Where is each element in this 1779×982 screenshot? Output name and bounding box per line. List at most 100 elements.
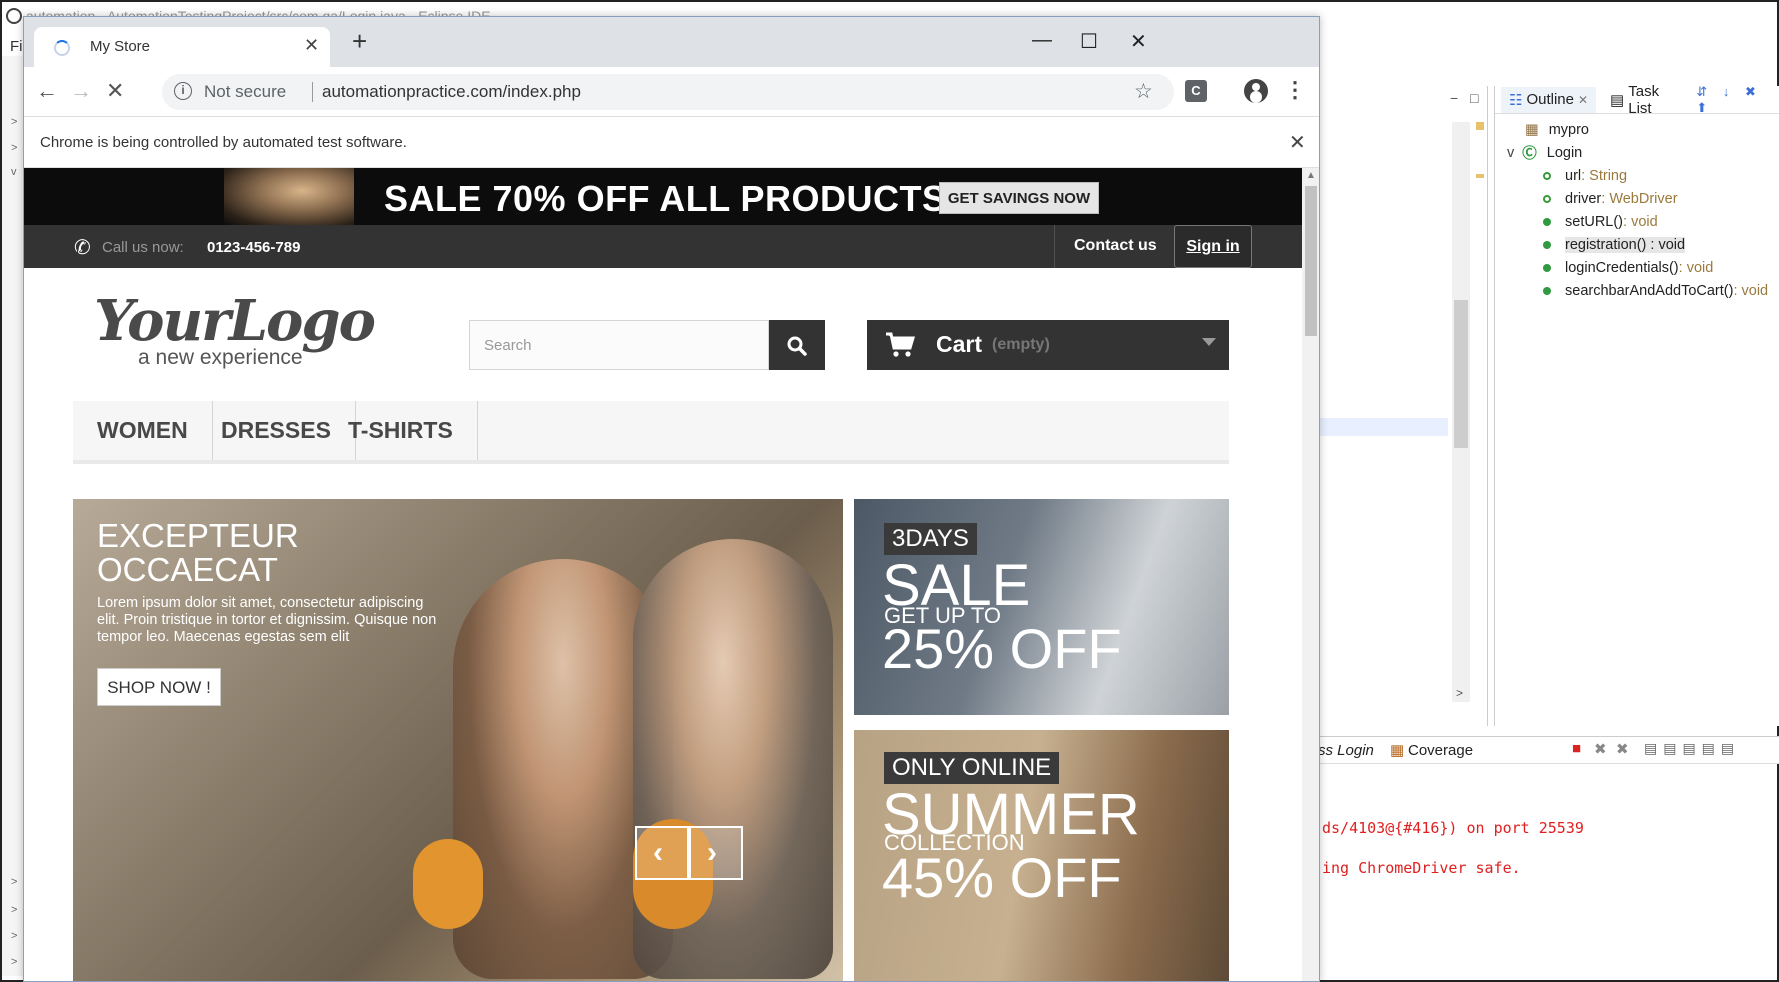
contact-us-link[interactable]: Contact us: [1074, 237, 1157, 255]
remove-all-icon[interactable]: ✖: [1616, 740, 1629, 758]
scroll-up-icon[interactable]: ▲: [1306, 170, 1316, 181]
sign-in-link[interactable]: Sign in: [1174, 225, 1252, 268]
promo-sale-25[interactable]: 3DAYS SALE GET UP TO 25% OFF: [854, 499, 1229, 715]
menu-item-women[interactable]: WOMEN: [73, 401, 213, 460]
store-logo[interactable]: YourLogo a new experience: [94, 288, 394, 378]
promo-tag: 3DAYS: [884, 523, 977, 555]
tree-item-type: : void: [1678, 259, 1714, 276]
tree-item-field[interactable]: url : String: [1495, 164, 1768, 187]
tree-item-type: : void: [1623, 213, 1658, 230]
promo-discount: 45% OFF: [882, 846, 1122, 909]
console-line: ds/4103@{#416}) on port 25539: [1322, 819, 1584, 837]
method-icon: [1543, 217, 1551, 226]
automation-infobar: Chrome is being controlled by automated …: [24, 118, 1319, 168]
cart-status: (empty): [992, 336, 1050, 353]
maximize-icon[interactable]: ☐: [1080, 29, 1098, 54]
category-menu: WOMEN DRESSES T-SHIRTS: [73, 401, 1229, 464]
tree-item-label: registration() : void: [1565, 236, 1686, 253]
browser-tab[interactable]: My Store ✕: [34, 27, 330, 67]
tree-item-type: : void: [1733, 282, 1769, 299]
extension-icon[interactable]: C: [1185, 80, 1207, 102]
address-bar[interactable]: i Not secure automationpractice.com/inde…: [162, 74, 1174, 110]
expand-icon[interactable]: >: [11, 930, 17, 942]
chevron-left-icon: ‹: [653, 836, 663, 869]
promo-summer-45[interactable]: ONLY ONLINE SUMMER COLLECTION 45% OFF: [854, 730, 1229, 981]
get-savings-button[interactable]: GET SAVINGS NOW: [939, 182, 1099, 214]
slider-title: EXCEPTEUR OCCAECAT: [97, 519, 299, 587]
tree-item-package[interactable]: ▦ mypro: [1495, 118, 1768, 141]
tree-item-class[interactable]: v Ⓒ Login: [1495, 141, 1768, 164]
minimize-icon[interactable]: —: [1032, 29, 1052, 52]
tab-coverage[interactable]: Coverage: [1408, 742, 1473, 759]
expand-icon[interactable]: >: [11, 904, 17, 916]
slider-prev-button[interactable]: ‹: [635, 826, 689, 880]
more-menu-icon[interactable]: ⋮: [1284, 77, 1306, 103]
console-line: ing ChromeDriver safe.: [1322, 859, 1521, 877]
eclipse-app-icon: [6, 8, 22, 24]
security-status[interactable]: Not secure: [204, 82, 286, 102]
cart-button[interactable]: Cart (empty): [867, 320, 1229, 370]
expand-icon[interactable]: >: [11, 956, 17, 968]
browser-toolbar: ← → ✕ i Not secure automationpractice.co…: [24, 67, 1319, 117]
close-window-icon[interactable]: ✕: [1130, 29, 1147, 54]
collapse-icon[interactable]: v: [11, 166, 17, 178]
editor-scrollbar[interactable]: [1452, 122, 1470, 702]
new-tab-icon[interactable]: +: [352, 28, 367, 54]
stop-icon[interactable]: ✕: [106, 78, 124, 104]
eclipse-menu-file[interactable]: Fi: [10, 38, 23, 55]
banner-headline: SALE 70% OFF ALL PRODUCTS: [384, 178, 947, 219]
bookmark-star-icon[interactable]: ☆: [1134, 79, 1153, 104]
tree-item-method[interactable]: searchbarAndAddToCart() : void: [1495, 279, 1768, 302]
url-text[interactable]: automationpractice.com/index.php: [322, 82, 581, 102]
maximize-icon[interactable]: □: [1470, 90, 1478, 106]
home-slider[interactable]: EXCEPTEUR OCCAECAT Lorem ipsum dolor sit…: [73, 499, 843, 981]
minimize-icon[interactable]: −: [1450, 90, 1458, 106]
header-nav-bar: ✆ Call us now: 0123-456-789 Contact us S…: [24, 225, 1302, 268]
search-input[interactable]: [470, 321, 766, 369]
slider-title-line: OCCAECAT: [97, 551, 278, 588]
chevron-right-icon[interactable]: >: [1456, 686, 1463, 700]
tree-item-method-selected[interactable]: registration() : void: [1495, 233, 1768, 256]
remove-launch-icon[interactable]: ✖: [1594, 740, 1607, 758]
chevron-down-icon[interactable]: v: [1507, 145, 1514, 161]
eclipse-editor-area[interactable]: − □ >: [1318, 86, 1488, 726]
info-icon[interactable]: i: [174, 82, 192, 100]
search-button[interactable]: [769, 320, 825, 370]
overview-marker-icon[interactable]: [1476, 174, 1484, 178]
expand-icon[interactable]: >: [11, 116, 17, 128]
expand-icon[interactable]: >: [11, 876, 17, 888]
overview-marker-icon[interactable]: [1476, 122, 1484, 130]
slider-title-line: EXCEPTEUR: [97, 517, 299, 554]
close-icon[interactable]: ✕: [1578, 93, 1588, 107]
tree-item-method[interactable]: loginCredentials() : void: [1495, 256, 1768, 279]
method-icon: [1543, 286, 1551, 295]
scrollbar-thumb[interactable]: [1305, 186, 1317, 336]
close-icon[interactable]: ✕: [1289, 130, 1306, 155]
tree-item-method[interactable]: setURL() : void: [1495, 210, 1768, 233]
shop-now-button[interactable]: SHOP NOW !: [97, 668, 221, 706]
slider-next-button[interactable]: ›: [689, 826, 743, 880]
page-scrollbar[interactable]: ▲: [1302, 168, 1319, 981]
scrollbar-thumb[interactable]: [1454, 300, 1468, 448]
tab-task-list[interactable]: ▤ Task List: [1602, 83, 1688, 117]
forward-icon[interactable]: →: [70, 78, 92, 104]
divider: [1054, 225, 1055, 268]
tab-junit[interactable]: ss Login: [1318, 742, 1374, 759]
outline-tabs: ☷ Outline ✕ ▤ Task List ⇵ ↓ ✖ ⬆: [1495, 83, 1779, 117]
menu-item-tshirts[interactable]: T-SHIRTS: [324, 401, 478, 460]
tab-outline[interactable]: ☷ Outline ✕: [1501, 86, 1597, 113]
chevron-right-icon: ›: [707, 836, 717, 869]
chevron-down-icon: [1202, 338, 1216, 346]
expand-icon[interactable]: >: [11, 142, 17, 154]
promo-discount: 25% OFF: [882, 617, 1122, 680]
top-promo-banner[interactable]: SALE 70% OFF ALL PRODUCTS GET SAVINGS NO…: [24, 168, 1302, 225]
console-toolbar-icons[interactable]: ▤▤▤▤▤: [1644, 740, 1740, 757]
outline-tree: ▦ mypro v Ⓒ Login url : String driver : …: [1495, 118, 1768, 302]
tree-item-field[interactable]: driver : WebDriver: [1495, 187, 1768, 210]
terminate-icon[interactable]: ■: [1572, 740, 1581, 757]
close-tab-icon[interactable]: ✕: [304, 35, 319, 56]
back-icon[interactable]: ←: [36, 78, 58, 104]
profile-icon[interactable]: [1244, 79, 1268, 103]
outline-toolbar-icons[interactable]: ⇵ ↓ ✖ ⬆: [1696, 84, 1779, 116]
search-icon: [787, 336, 807, 356]
